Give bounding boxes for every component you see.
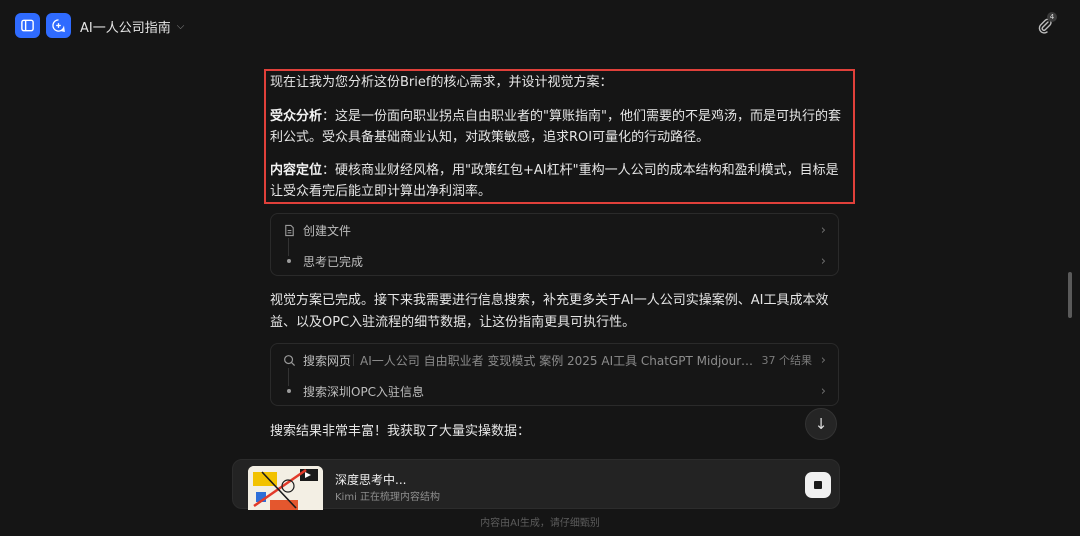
attachment-count-badge: 4 — [1047, 12, 1057, 22]
create-file-label: 创建文件 — [303, 223, 352, 238]
thinking-done-label: 思考已完成 — [303, 254, 364, 269]
result-count: 37 个结果 — [761, 354, 813, 367]
top-bar: AI一人公司指南 ⌵ 4 — [0, 0, 1080, 50]
audience-analysis-label: 受众分析 — [270, 109, 323, 124]
arrow-down-icon: ↓ — [814, 415, 828, 433]
audience-analysis-paragraph: 受众分析：这是一份面向职业拐点自由职业者的"算账指南"，他们需要的不是鸡汤，而是… — [270, 106, 842, 148]
chevron-right-icon: › — [820, 383, 826, 399]
conversation-title[interactable]: AI一人公司指南 ⌵ — [80, 17, 184, 36]
content-position-label: 内容定位 — [270, 163, 323, 178]
search-query-text: AI一人公司 自由职业者 变现模式 案例 2025 AI工具 ChatGPT M… — [360, 353, 760, 368]
divider — [353, 354, 354, 366]
bullet-dot — [287, 259, 291, 263]
search-result-text: 搜索结果非常丰富！我获取了大量实操数据： — [270, 424, 531, 439]
bullet-dot — [287, 389, 291, 393]
scrollbar-thumb[interactable] — [1068, 272, 1072, 318]
intro-text: 现在让我为您分析这份Brief的核心需求，并设计视觉方案： — [270, 75, 613, 90]
conversation-title-text: AI一人公司指南 — [80, 21, 171, 36]
web-search-label: 搜索网页 — [303, 353, 352, 368]
visual-plan-done-text: 视觉方案已完成。接下来我需要进行信息搜索，补充更多关于AI一人公司实操案例、AI… — [270, 293, 829, 330]
chevron-down-icon: ⌵ — [176, 21, 185, 32]
search-icon — [282, 353, 296, 367]
status-title: 深度思考中... — [335, 473, 407, 487]
content-position-text: ：硬核商业财经风格，用"政策红包+AI杠杆"重构一人公司的成本结构和盈利模式，目… — [270, 163, 839, 199]
stop-icon — [814, 481, 822, 489]
chevron-right-icon: › — [820, 253, 826, 269]
content-position-paragraph: 内容定位：硬核商业财经风格，用"政策红包+AI杠杆"重构一人公司的成本结构和盈利… — [270, 160, 842, 202]
audience-analysis-text: ：这是一份面向职业拐点自由职业者的"算账指南"，他们需要的不是鸡汤，而是可执行的… — [270, 109, 841, 145]
status-subtitle: Kimi 正在梳理内容结构 — [335, 492, 441, 503]
search-sub-label: 搜索深圳OPC入驻信息 — [303, 384, 425, 399]
step-card-create-file: 创建文件 › 思考已完成 › — [270, 213, 839, 276]
chevron-right-icon: › — [820, 222, 826, 238]
ai-disclaimer: 内容由AI生成，请仔细甄别 — [480, 518, 600, 529]
thinking-done-row[interactable]: 思考已完成 › — [271, 246, 838, 276]
chevron-right-icon: › — [820, 352, 826, 368]
file-icon — [282, 223, 296, 237]
sidebar-toggle-button[interactable] — [15, 13, 40, 38]
step-card-web-search: 搜索网页 AI一人公司 自由职业者 变现模式 案例 2025 AI工具 Chat… — [270, 343, 839, 406]
preview-thumbnail[interactable] — [248, 466, 323, 510]
create-file-row[interactable]: 创建文件 › — [271, 215, 838, 245]
search-sub-row[interactable]: 搜索深圳OPC入驻信息 › — [271, 376, 838, 406]
scroll-to-bottom-button[interactable]: ↓ — [805, 408, 837, 440]
web-search-row[interactable]: 搜索网页 AI一人公司 自由职业者 变现模式 案例 2025 AI工具 Chat… — [271, 345, 838, 375]
thinking-status-card: 深度思考中... Kimi 正在梳理内容结构 — [232, 459, 840, 510]
new-chat-button[interactable] — [46, 13, 71, 38]
new-chat-icon — [52, 19, 65, 32]
sidebar-icon — [21, 19, 34, 32]
stop-button[interactable] — [805, 472, 831, 498]
abstract-art-image — [248, 466, 323, 510]
